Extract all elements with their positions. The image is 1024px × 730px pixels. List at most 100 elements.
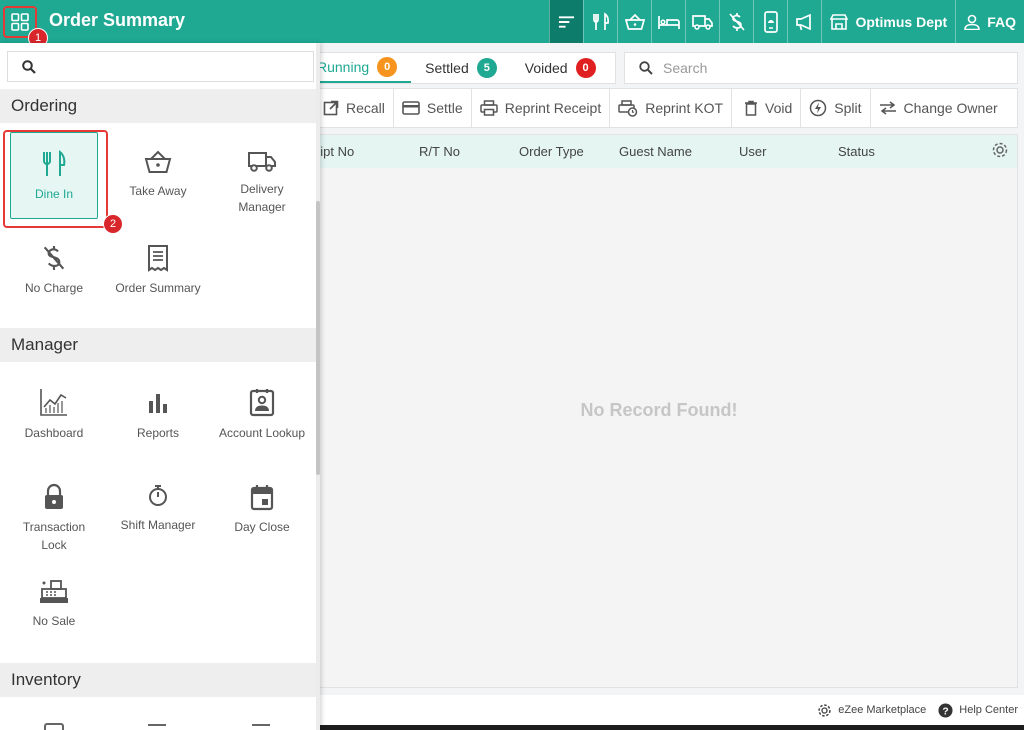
department-label: Optimus Dept [855,13,948,30]
reprint-kot-button[interactable]: Reprint KOT [610,89,733,127]
no-dollar-icon [729,12,745,31]
tab-voided-label: Voided [524,60,568,76]
tab-running-label: Running [317,59,370,75]
store-icon [830,13,849,30]
menu-no-charge[interactable]: No Charge [10,244,98,297]
sort-lines-icon [559,15,575,28]
page-title: Order Summary [49,10,186,30]
account-lookup-label: Account Lookup [218,426,306,440]
calendar-icon [250,485,274,511]
delivery-nav[interactable] [685,0,719,43]
change-owner-label: Change Owner [903,100,998,116]
running-count-badge: 0 [377,57,398,77]
column-order-type[interactable]: Order Type [519,144,584,159]
faq-link[interactable]: FAQ [955,0,1024,43]
empty-state-message: No Record Found! [580,400,738,420]
section-ordering: Ordering [0,89,316,123]
reprint-kot-label: Reprint KOT [645,100,724,116]
order-action-toolbar: Recall Settle Reprint Receipt Reprint KO… [300,88,1018,128]
help-center-link[interactable]: ? Help Center [938,702,1018,718]
gear-icon [818,703,831,717]
menu-order-summary[interactable]: Order Summary [114,244,202,297]
change-owner-button[interactable]: Change Owner [871,89,1006,127]
grid-menu-icon [11,13,29,31]
take-away-label: Take Away [129,184,187,198]
settle-label: Settle [426,100,463,116]
reprint-receipt-button[interactable]: Reprint Receipt [472,89,611,127]
mobile-order-nav[interactable] [753,0,787,43]
scrollbar-thumb[interactable] [316,201,320,475]
section-manager: Manager [0,328,316,362]
basket-icon [144,150,172,173]
swap-arrows-icon [879,101,896,115]
order-status-tabs: Running 0 Settled 5 Voided 0 [300,52,616,84]
inventory-item-icon-partial-3 [252,724,270,730]
drawer-search-input[interactable] [46,58,296,75]
apps-drawer: Ordering Dine In 2 Take Away Delivery Ma… [0,43,320,730]
menu-take-away[interactable]: Take Away [114,149,202,200]
department-selector[interactable]: Optimus Dept [821,0,955,43]
marketplace-link[interactable]: eZee Marketplace [817,703,926,718]
no-sale-label: No Sale [32,614,76,628]
settled-count-badge: 5 [476,58,497,78]
drawer-search-box [7,51,314,82]
reports-label: Reports [136,426,180,440]
fork-knife-icon [593,11,609,30]
menu-day-close[interactable]: Day Close [218,483,306,536]
column-guest-name[interactable]: Guest Name [619,144,692,159]
orders-table: eipt No R/T No Order Type Guest Name Use… [300,134,1018,688]
dine-in-nav[interactable] [583,0,617,43]
search-icon [22,59,36,74]
menu-transaction-lock[interactable]: Transaction Lock [10,483,98,554]
menu-dashboard[interactable]: Dashboard [10,387,98,442]
tab-settled[interactable]: Settled 5 [411,53,511,83]
settings-gear-icon[interactable] [991,141,1009,159]
menu-delivery-manager[interactable]: Delivery Manager [218,149,306,216]
menu-reports[interactable]: Reports [114,389,202,442]
menu-no-sale[interactable]: No Sale [10,579,98,630]
shift-manager-label: Shift Manager [120,518,196,532]
mobile-phone-icon [764,10,778,33]
menu-account-lookup[interactable]: Account Lookup [218,387,306,442]
delivery-manager-label: Delivery Manager [238,182,286,214]
void-button[interactable]: Void [732,89,802,127]
day-close-label: Day Close [234,520,290,534]
top-bar: Order Summary Optimus Dept FAQ [0,0,1024,43]
receipt-icon [148,245,168,272]
megaphone-icon [796,13,811,30]
void-label: Void [765,100,793,116]
search-icon [639,61,653,75]
column-user[interactable]: User [739,144,766,159]
column-rt-no[interactable]: R/T No [419,144,460,159]
svg-text:?: ? [943,706,949,717]
split-label: Split [834,100,862,116]
basket-icon [624,13,645,30]
table-header: eipt No R/T No Order Type Guest Name Use… [301,135,1017,168]
column-status[interactable]: Status [838,144,875,159]
settle-button[interactable]: Settle [394,89,472,127]
trash-icon [745,100,758,116]
order-search-box [624,52,1018,84]
take-away-nav[interactable] [617,0,651,43]
reprint-receipt-label: Reprint Receipt [504,100,602,116]
drawer-scrollbar[interactable] [316,43,320,730]
tab-voided[interactable]: Voided 0 [511,53,610,83]
line-chart-icon [40,389,67,416]
split-button[interactable]: Split [801,89,871,127]
order-search-input[interactable] [663,60,963,76]
marketplace-label: eZee Marketplace [838,704,927,716]
menu-shift-manager[interactable]: Shift Manager [114,483,202,534]
top-nav: Optimus Dept FAQ [549,0,1024,43]
credit-card-icon [402,101,420,115]
order-summary-label: Order Summary [115,281,201,295]
truck-icon [248,152,276,172]
stopwatch-icon [149,485,167,506]
inventory-item-icon-partial [44,723,64,730]
faq-label: FAQ [987,13,1016,30]
cash-register-icon [40,580,68,603]
no-charge-nav[interactable] [719,0,753,43]
order-summary-nav[interactable] [549,0,584,43]
dashboard-label: Dashboard [24,426,84,440]
announcement-nav[interactable] [787,0,821,43]
room-nav[interactable] [651,0,685,43]
